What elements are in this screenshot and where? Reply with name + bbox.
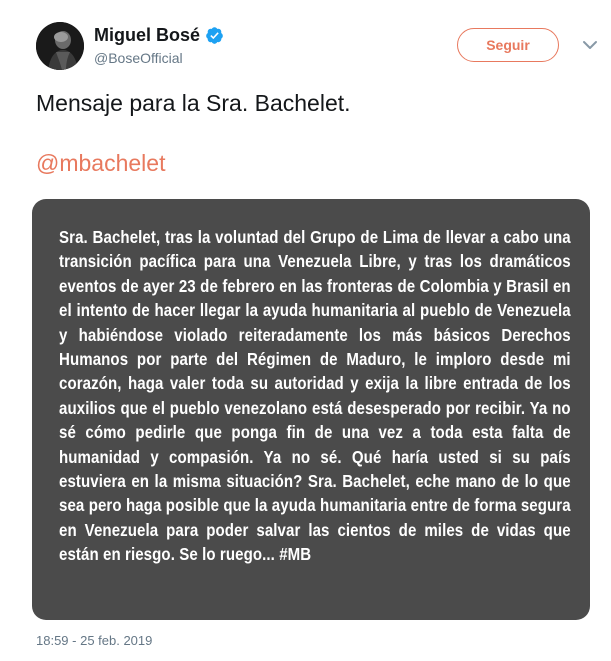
tweet: Miguel Bosé @BoseOfficial Seguir Mensaje… [0, 0, 611, 661]
avatar[interactable] [36, 22, 84, 70]
display-name-row: Miguel Bosé [94, 24, 224, 46]
tweet-header: Miguel Bosé @BoseOfficial Seguir [36, 20, 597, 72]
image-text: Sra. Bachelet, tras la voluntad del Grup… [59, 227, 571, 565]
follow-button[interactable]: Seguir [457, 28, 559, 62]
mention-link[interactable]: @mbachelet [36, 148, 165, 178]
timestamp[interactable]: 18:59 - 25 feb. 2019 [36, 633, 152, 648]
chevron-down-icon[interactable] [579, 34, 601, 56]
tweet-image[interactable]: Sra. Bachelet, tras la voluntad del Grup… [32, 199, 590, 620]
verified-badge-icon [205, 26, 224, 45]
display-name[interactable]: Miguel Bosé [94, 25, 200, 46]
user-info: Miguel Bosé @BoseOfficial [94, 24, 224, 66]
user-handle[interactable]: @BoseOfficial [94, 50, 224, 66]
tweet-text: Mensaje para la Sra. Bachelet. [36, 90, 351, 116]
